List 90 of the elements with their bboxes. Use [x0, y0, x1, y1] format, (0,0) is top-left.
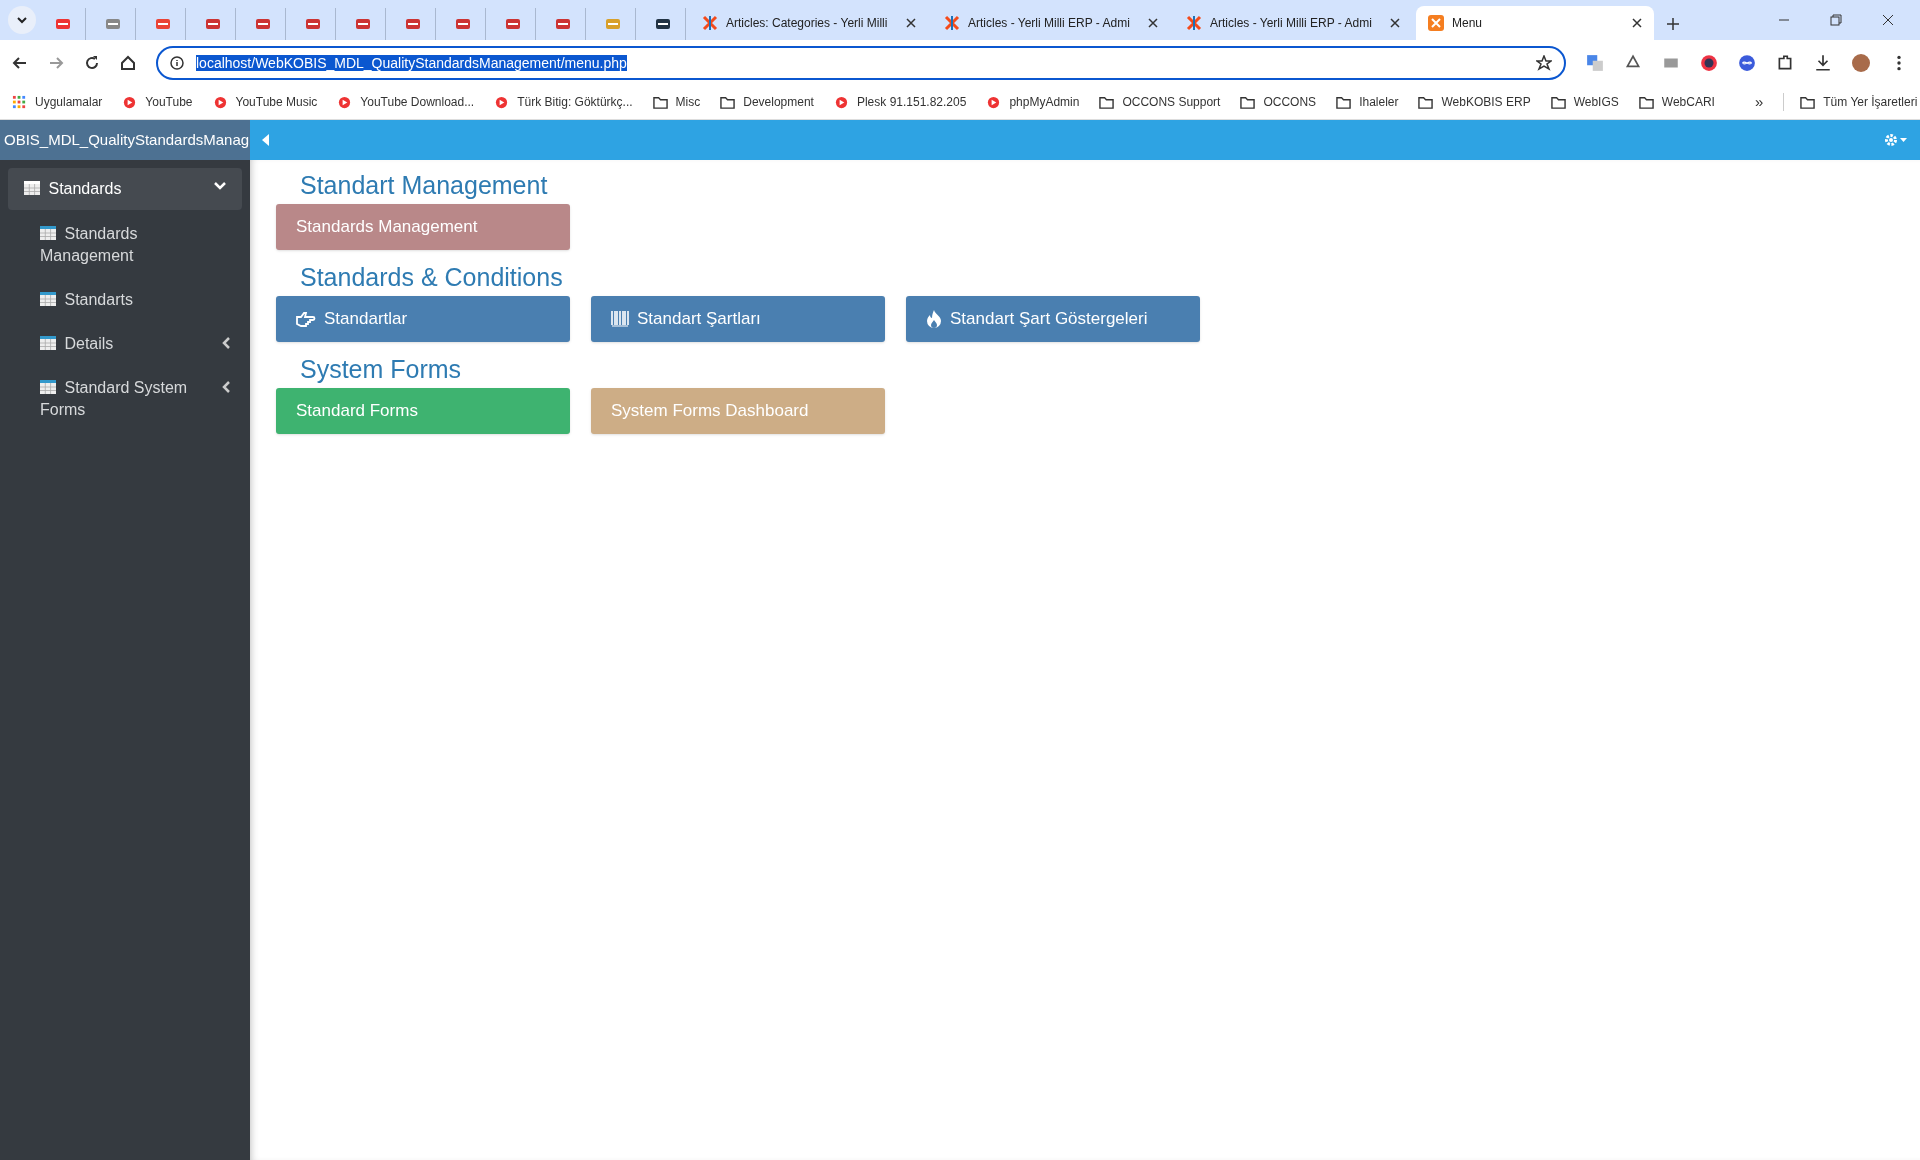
favicon-icon [104, 17, 121, 31]
address-bar[interactable]: localhost/WebKOBIS_MDL_QualityStandardsManagement/menu.php [156, 45, 1566, 80]
folder-icon [652, 94, 668, 110]
menu-button[interactable]: Standartlar [276, 296, 570, 342]
site-favicon-icon [122, 94, 138, 110]
favicon-icon [404, 17, 421, 31]
bookmark[interactable]: phpMyAdmin [986, 93, 1080, 111]
favicon-icon [654, 17, 671, 31]
folder-icon [720, 94, 736, 110]
folder-icon [1800, 94, 1816, 110]
table-icon [40, 380, 56, 394]
all-bookmarks-button[interactable]: Tüm Yer İşaretleri [1783, 93, 1918, 111]
bookmark[interactable]: OCCONS Support [1099, 93, 1221, 111]
back-icon[interactable] [12, 54, 28, 71]
bookmark[interactable]: Misc [652, 93, 701, 111]
section-heading: System Forms [299, 354, 463, 384]
bookmark[interactable]: Plesk 91.151.82.205 [833, 93, 967, 111]
browser-tab[interactable]: Articles: Categories - Yerli Milli [690, 6, 928, 40]
profile-avatar-icon[interactable] [1852, 53, 1870, 72]
sidebar-item[interactable]: Standard System Forms [8, 368, 242, 430]
reload-icon[interactable] [84, 54, 100, 71]
favicon-icon [254, 17, 271, 31]
bookmark[interactable]: Türk Bitig: Göktürkç... [494, 93, 633, 111]
bookmark[interactable]: WebKOBIS ERP [1418, 93, 1531, 111]
menu-button[interactable]: Standart Şartları [591, 296, 885, 342]
home-icon[interactable] [120, 54, 136, 71]
colorful-circle-icon[interactable] [1700, 53, 1718, 72]
url-text[interactable]: localhost/WebKOBIS_MDL_QualityStandardsManagement/menu.php [196, 54, 627, 71]
section-heading: Standards & Conditions [299, 262, 564, 292]
folder-icon [1336, 94, 1352, 110]
barcode-icon [611, 311, 629, 327]
bookmark-star-icon[interactable] [1536, 54, 1552, 71]
table-icon [40, 292, 56, 306]
favicon-icon [554, 17, 571, 31]
bookmark[interactable]: WebIGS [1550, 93, 1619, 111]
section-heading: Standart Management [299, 170, 549, 200]
bookmark[interactable]: YouTube Music [212, 93, 318, 111]
sidebar-item[interactable]: Standards Management [8, 214, 242, 276]
close-tab-icon[interactable] [1632, 18, 1642, 28]
favicon-icon [354, 17, 371, 31]
close-tab-icon[interactable] [1390, 18, 1400, 28]
info-icon[interactable] [170, 55, 184, 70]
site-favicon-icon [337, 94, 353, 110]
menu-button[interactable]: Standart Şart Göstergeleri [906, 296, 1200, 342]
folder-icon [1099, 94, 1115, 110]
browser-tab[interactable]: Articles - Yerli Milli ERP - Admi [1174, 6, 1412, 40]
bookmark[interactable]: Development [720, 93, 814, 111]
favicon-icon [204, 17, 221, 31]
bookmark[interactable]: Ihaleler [1336, 93, 1399, 111]
bookmark[interactable]: OCCONS [1240, 93, 1317, 111]
bookmark[interactable]: Uygulamalar [12, 93, 103, 111]
favicon-icon [454, 17, 471, 31]
browser-tab[interactable]: Articles - Yerli Milli ERP - Admi [932, 6, 1170, 40]
browser-tab[interactable]: Menu [1416, 6, 1654, 40]
favicon-icon [304, 17, 321, 31]
table-icon [40, 336, 56, 350]
folder-icon [1240, 94, 1256, 110]
close-tab-icon[interactable] [906, 18, 916, 28]
forward-icon[interactable] [48, 54, 64, 71]
favicon-icon [504, 17, 521, 31]
favicon-icon [604, 17, 621, 31]
sidebar-item[interactable]: Standarts [8, 280, 242, 320]
favicon-icon [154, 17, 171, 31]
collapse-sidebar-icon[interactable] [262, 134, 270, 146]
bookmark[interactable]: WebCARI [1638, 93, 1715, 111]
sidebar-item[interactable]: Standards [8, 168, 242, 210]
site-favicon-icon [494, 94, 510, 110]
bookmark[interactable]: YouTube [122, 93, 193, 111]
folder-icon [1638, 94, 1654, 110]
pointing-hand-icon [296, 311, 316, 327]
site-favicon-icon [212, 94, 228, 110]
bookmark[interactable]: YouTube Download... [337, 93, 475, 111]
tab-list-icon[interactable] [8, 6, 36, 34]
extensions-icon[interactable] [1776, 53, 1794, 72]
folder-icon [1550, 94, 1566, 110]
table-icon [24, 181, 40, 195]
site-favicon-icon [833, 94, 849, 110]
site-favicon-icon [986, 94, 1002, 110]
download-icon[interactable] [1814, 53, 1832, 72]
close-tab-icon[interactable] [1148, 18, 1158, 28]
folder-icon [1418, 94, 1434, 110]
settings-icon[interactable] [1884, 133, 1908, 147]
table-icon [40, 226, 56, 240]
sidebar-item[interactable]: Details [8, 324, 242, 364]
more-bookmarks-button[interactable]: » [1754, 90, 1764, 114]
favicon-icon [54, 17, 71, 31]
apps-grid-icon [12, 94, 27, 110]
fire-icon [926, 310, 942, 328]
xampp-icon [1428, 15, 1444, 31]
infinity-icon[interactable] [1738, 53, 1756, 72]
